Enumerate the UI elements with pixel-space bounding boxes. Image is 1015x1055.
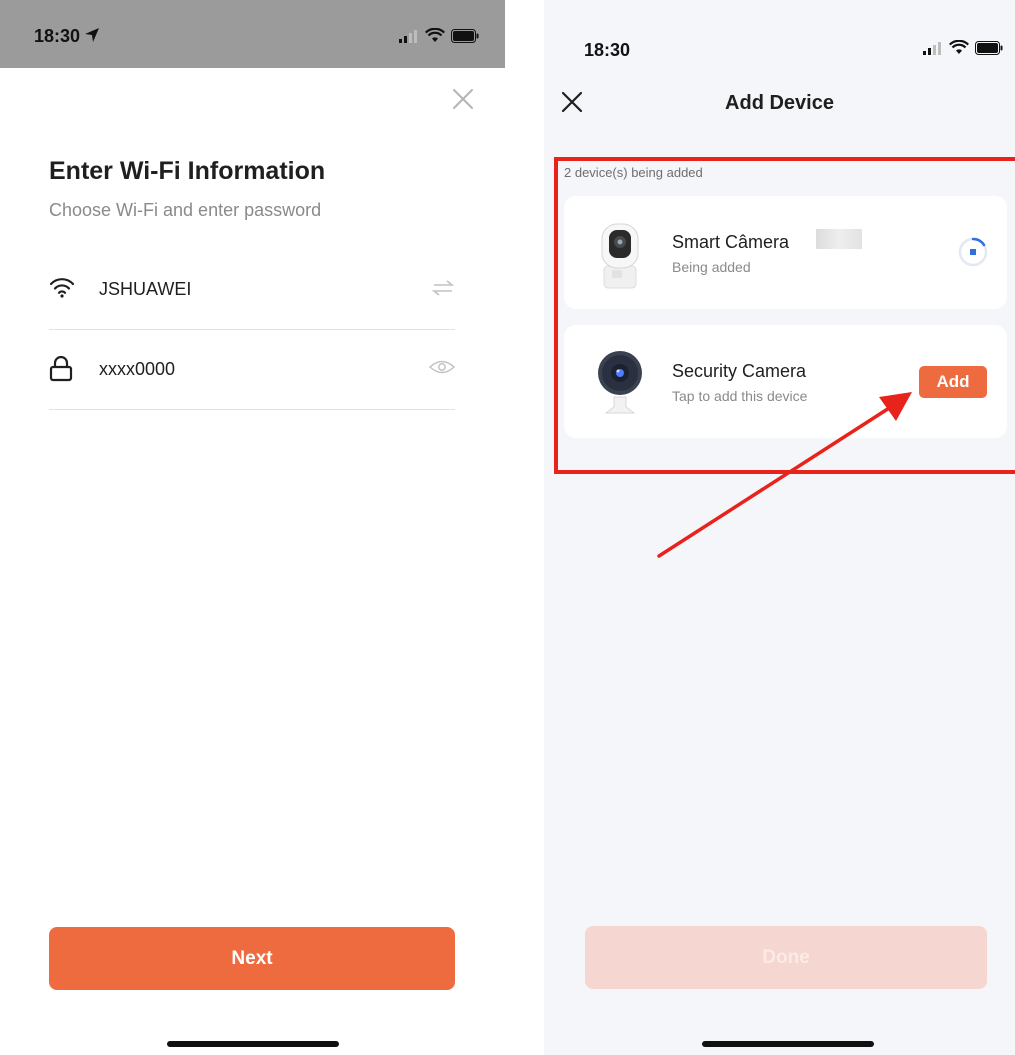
battery-icon xyxy=(451,28,479,43)
divider xyxy=(505,0,544,1055)
home-indicator xyxy=(702,1041,874,1047)
lock-icon xyxy=(49,356,73,382)
eye-icon[interactable] xyxy=(429,358,455,376)
wifi-info-screen: 18:30 Enter Wi-Fi Information Choose Wi-… xyxy=(0,0,505,1055)
signal-icon xyxy=(399,29,417,43)
wifi-icon xyxy=(49,278,75,298)
wifi-status-icon xyxy=(425,28,445,42)
status-bar: 18:30 xyxy=(0,0,505,68)
wifi-ssid: JSHUAWEI xyxy=(99,279,192,299)
close-icon[interactable] xyxy=(450,86,476,112)
next-button[interactable]: Next xyxy=(49,927,455,990)
status-icons xyxy=(399,28,479,43)
switch-network-icon[interactable] xyxy=(431,278,455,298)
add-device-screen: 18:30 Add Device 2 device(s) being added… xyxy=(544,0,1015,1055)
status-time: 18:30 xyxy=(34,26,100,47)
home-indicator xyxy=(167,1041,339,1047)
wifi-field[interactable]: JSHUAWEI xyxy=(49,250,455,330)
password-field[interactable] xyxy=(49,330,455,410)
arrow-annotation xyxy=(657,392,912,558)
password-input[interactable] xyxy=(99,359,399,380)
location-arrow-icon xyxy=(85,28,100,42)
page-title: Enter Wi-Fi Information xyxy=(49,157,326,185)
page-subtitle: Choose Wi-Fi and enter password xyxy=(49,200,322,220)
done-button: Done xyxy=(585,926,987,989)
